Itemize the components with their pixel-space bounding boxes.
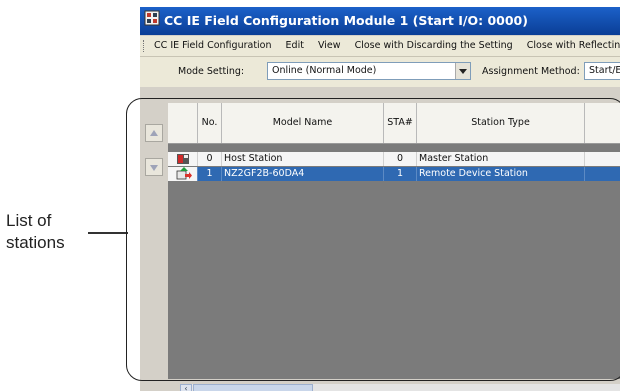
- column-header-extra[interactable]: [585, 103, 620, 143]
- menu-view[interactable]: View: [318, 40, 341, 51]
- mode-setting-value: Online (Normal Mode): [272, 65, 377, 76]
- assignment-method-label: Assignment Method:: [482, 66, 580, 77]
- mode-setting-label: Mode Setting:: [178, 66, 245, 77]
- cell-model-name: NZ2GF2B-60DA4: [222, 167, 384, 181]
- cell-no: 0: [198, 152, 222, 166]
- chevron-down-icon[interactable]: [455, 63, 470, 79]
- cell-no: 1: [198, 167, 222, 181]
- column-header-station-type[interactable]: Station Type: [417, 103, 585, 143]
- horizontal-scrollbar[interactable]: ‹: [180, 384, 620, 391]
- toolbar-grip[interactable]: [143, 39, 147, 52]
- cell-extra: [585, 152, 620, 166]
- table-row-selected[interactable]: 1 NZ2GF2B-60DA4 1 Remote Device Station: [168, 167, 620, 181]
- mode-setting-select[interactable]: Online (Normal Mode): [267, 62, 471, 80]
- cell-sta: 1: [384, 167, 417, 181]
- move-up-button[interactable]: [145, 124, 163, 142]
- cell-station-type: Master Station: [417, 152, 585, 166]
- cell-station-type: Remote Device Station: [417, 167, 585, 181]
- station-order-panel: [140, 104, 168, 384]
- scroll-left-icon[interactable]: ‹: [180, 384, 192, 391]
- table-row[interactable]: 0 Host Station 0 Master Station: [168, 152, 620, 166]
- assignment-method-select[interactable]: Start/End: [584, 62, 620, 80]
- menu-edit[interactable]: Edit: [286, 40, 304, 51]
- column-header-sta[interactable]: STA#: [384, 103, 417, 143]
- menu-close-discarding[interactable]: Close with Discarding the Setting: [355, 40, 513, 51]
- cell-extra: [585, 167, 620, 181]
- column-header-icon[interactable]: [168, 103, 198, 143]
- assignment-method-value: Start/End: [589, 65, 620, 76]
- station-list-table: No. Model Name STA# Station Type 0 Host …: [168, 103, 620, 379]
- column-header-no[interactable]: No.: [198, 103, 222, 143]
- menu-close-reflecting[interactable]: Close with Reflecting the Setting: [527, 40, 620, 51]
- callout-line-1: List of: [6, 211, 52, 230]
- settings-toolbar: Mode Setting: Online (Normal Mode) Assig…: [140, 57, 620, 87]
- callout-leader-line: [88, 232, 128, 234]
- network-config-icon: [144, 8, 160, 36]
- host-station-icon: [168, 152, 198, 166]
- cell-sta: 0: [384, 152, 417, 166]
- configuration-window: CC IE Field Configuration Module 1 (Star…: [140, 7, 620, 391]
- menu-bar: CC IE Field Configuration Edit View Clos…: [140, 36, 620, 57]
- title-bar[interactable]: CC IE Field Configuration Module 1 (Star…: [140, 7, 620, 35]
- scrollbar-thumb[interactable]: [193, 384, 313, 391]
- move-down-button[interactable]: [145, 158, 163, 176]
- table-header: No. Model Name STA# Station Type: [168, 103, 620, 144]
- cell-model-name: Host Station: [222, 152, 384, 166]
- remote-device-icon: [168, 167, 198, 181]
- list-of-stations-callout: List of stations: [6, 210, 65, 254]
- menu-cc-ie-field-configuration[interactable]: CC IE Field Configuration: [154, 40, 271, 51]
- window-title: CC IE Field Configuration Module 1 (Star…: [164, 13, 528, 28]
- callout-line-2: stations: [6, 233, 65, 252]
- column-header-model-name[interactable]: Model Name: [222, 103, 384, 143]
